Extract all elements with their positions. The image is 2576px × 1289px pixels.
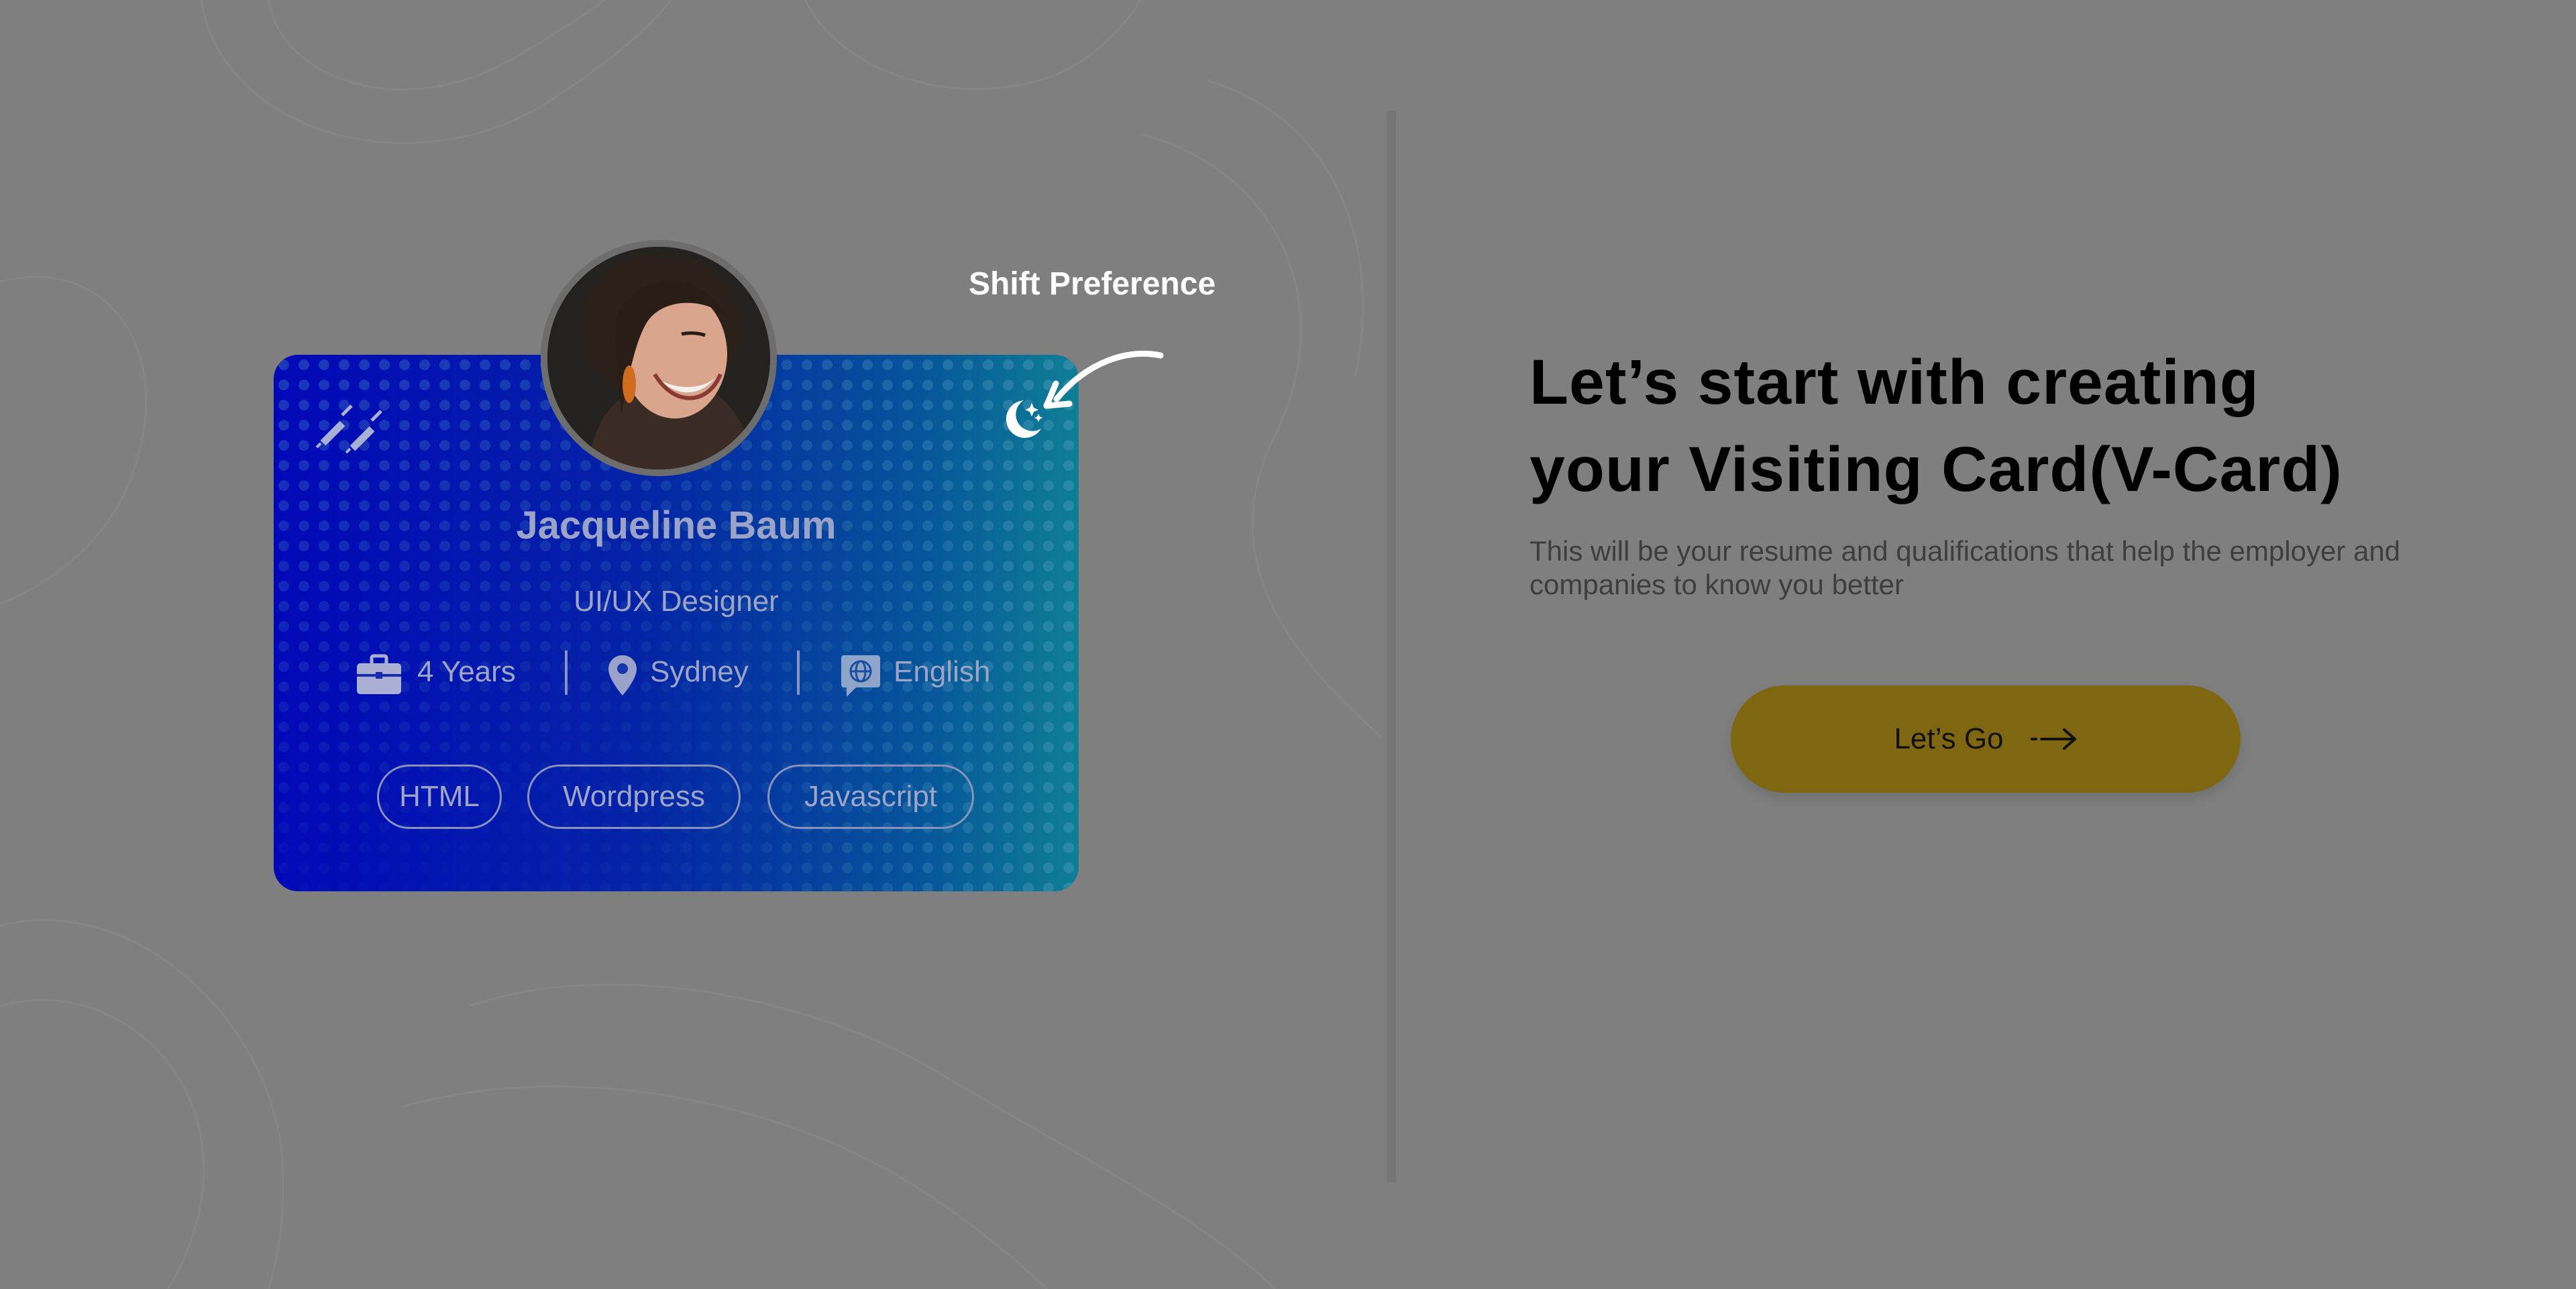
language-label: English	[894, 655, 991, 688]
globe-chat-icon	[841, 655, 880, 697]
location-label: Sydney	[650, 655, 749, 688]
location-info: Sydney	[607, 647, 768, 701]
briefcase-icon	[357, 654, 401, 694]
intro-headline: Let’s start with creating your Visiting …	[1529, 339, 2469, 513]
headline-line-1: Let’s start with creating	[1529, 347, 2259, 418]
language-info: English	[840, 647, 1014, 701]
arrow-right-icon	[2030, 728, 2076, 750]
profile-name: Jacqueline Baum	[516, 504, 837, 547]
shift-preference-hint: Shift Preference	[969, 266, 1216, 302]
lets-go-button[interactable]: Let’s Go	[1731, 685, 2241, 793]
intro-description: This will be your resume and qualificati…	[1529, 535, 2401, 600]
map-pin-icon	[608, 655, 637, 695]
profile-role: UI/UX Designer	[574, 585, 779, 618]
profile-avatar	[541, 240, 777, 476]
vertical-divider	[1387, 111, 1396, 1182]
hint-arrow-icon	[1043, 351, 1164, 409]
headline-line-2: your Visiting Card(V-Card)	[1529, 434, 2343, 505]
experience-label: 4 Years	[417, 655, 516, 688]
syringes-icon	[315, 404, 382, 454]
skill-chip-wordpress: Wordpress	[527, 765, 741, 829]
meta-separator	[797, 651, 800, 695]
skill-chip-javascript: Javascript	[767, 765, 974, 829]
skill-chip-html: HTML	[377, 765, 502, 829]
lets-go-label: Let’s Go	[1894, 722, 2004, 755]
experience-info: 4 Years	[356, 647, 537, 701]
meta-separator	[565, 651, 568, 695]
